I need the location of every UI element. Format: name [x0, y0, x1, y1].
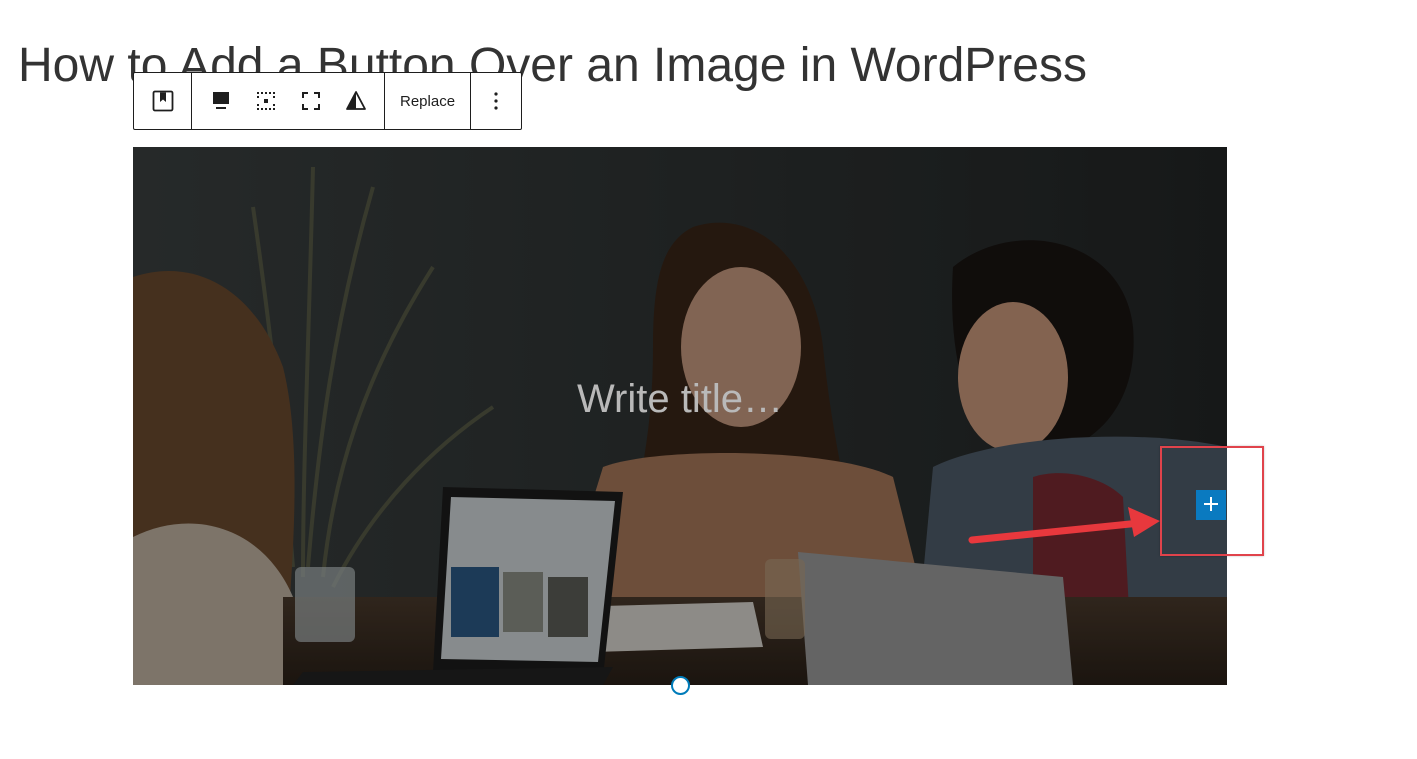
replace-button[interactable]: Replace [390, 73, 465, 129]
block-inserter-button[interactable] [1196, 490, 1226, 520]
position-dots-icon [254, 89, 278, 113]
toolbar-group-block [134, 73, 192, 129]
toolbar-group-more [471, 73, 521, 129]
plus-icon [1202, 495, 1220, 516]
cover-title-placeholder[interactable]: Write title… [133, 374, 1227, 424]
align-bottom-icon [209, 89, 233, 113]
duotone-button[interactable] [333, 73, 378, 129]
content-position-button[interactable] [243, 73, 288, 129]
toolbar-group-settings [192, 73, 385, 129]
more-options-button[interactable] [472, 73, 520, 129]
cover-resize-handle[interactable] [671, 676, 690, 695]
fullscreen-icon [299, 89, 323, 113]
cover-block-icon [151, 89, 175, 113]
duotone-filter-icon [344, 89, 368, 113]
more-options-icon [484, 89, 508, 113]
toolbar-group-replace: Replace [385, 73, 472, 129]
cover-block-button[interactable] [140, 73, 185, 129]
align-content-button[interactable] [198, 73, 243, 129]
annotation-arrow [968, 507, 1160, 544]
cover-block[interactable]: Write title… [133, 147, 1227, 685]
block-toolbar: Replace [133, 72, 523, 130]
full-height-button[interactable] [288, 73, 333, 129]
